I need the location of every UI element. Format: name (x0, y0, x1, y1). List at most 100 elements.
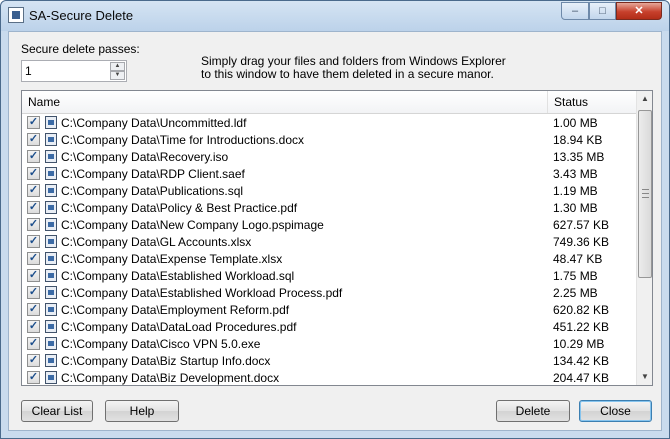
file-path: C:\Company Data\Cisco VPN 5.0.exe (61, 337, 261, 351)
checkbox[interactable]: ✓ (27, 167, 40, 180)
list-item[interactable]: ✓ C:\Company Data\Established Workload.sq… (22, 267, 636, 284)
spin-down-icon[interactable]: ▼ (110, 71, 125, 80)
checkbox[interactable]: ✓ (27, 218, 40, 231)
file-size: 1.19 MB (553, 184, 598, 198)
file-icon (45, 116, 57, 129)
file-icon (45, 201, 57, 214)
list-header: Name Status (22, 91, 636, 114)
checkbox[interactable]: ✓ (27, 371, 40, 384)
passes-value[interactable]: 1 (25, 64, 32, 78)
file-size: 1.00 MB (553, 116, 598, 130)
file-icon (45, 371, 57, 384)
app-icon (8, 7, 24, 23)
file-icon (45, 303, 57, 316)
window-title: SA-Secure Delete (29, 8, 134, 23)
file-path: C:\Company Data\RDP Client.saef (61, 167, 245, 181)
file-path: C:\Company Data\Uncommitted.ldf (61, 116, 247, 130)
file-size: 204.47 KB (553, 371, 610, 385)
file-path: C:\Company Data\Expense Template.xlsx (61, 252, 283, 266)
list-item[interactable]: ✓ C:\Company Data\DataLoad Procedures.pdf… (22, 318, 636, 335)
vertical-scrollbar[interactable]: ▲ ▼ (636, 91, 652, 385)
file-list[interactable]: Name Status ✓ C:\Company Data\Uncommitted… (21, 90, 653, 386)
client-area: Secure delete passes: 1 ▲ ▼ Simply drag … (8, 31, 662, 431)
file-icon (45, 150, 57, 163)
list-item[interactable]: ✓ C:\Company Data\Biz Development.docx 204… (22, 369, 636, 385)
list-item[interactable]: ✓ C:\Company Data\Uncommitted.ldf 1.00 MB (22, 114, 636, 131)
checkbox[interactable]: ✓ (27, 337, 40, 350)
file-size: 3.43 MB (553, 167, 598, 181)
file-path: C:\Company Data\New Company Logo.pspimag… (61, 218, 324, 232)
file-icon (45, 184, 57, 197)
scroll-up-icon[interactable]: ▲ (637, 91, 652, 107)
file-path: C:\Company Data\Recovery.iso (61, 150, 229, 164)
file-icon (45, 133, 57, 146)
spin-up-icon[interactable]: ▲ (110, 62, 125, 71)
checkbox[interactable]: ✓ (27, 252, 40, 265)
file-path: C:\Company Data\GL Accounts.xlsx (61, 235, 252, 249)
window-close-button[interactable]: ✕ (616, 2, 662, 20)
file-icon (45, 337, 57, 350)
checkbox[interactable]: ✓ (27, 320, 40, 333)
minimize-button[interactable]: – (561, 2, 589, 20)
delete-button[interactable]: Delete (496, 400, 570, 422)
list-rows: ✓ C:\Company Data\Uncommitted.ldf 1.00 MB … (22, 114, 636, 385)
file-icon (45, 167, 57, 180)
column-header-status[interactable]: Status (554, 95, 588, 109)
checkbox[interactable]: ✓ (27, 116, 40, 129)
checkbox[interactable]: ✓ (27, 286, 40, 299)
checkbox[interactable]: ✓ (27, 354, 40, 367)
list-item[interactable]: ✓ C:\Company Data\Biz Startup Info.docx 13… (22, 352, 636, 369)
list-item[interactable]: ✓ C:\Company Data\GL Accounts.xlsx 749.36 … (22, 233, 636, 250)
maximize-button[interactable]: □ (589, 2, 616, 20)
checkbox[interactable]: ✓ (27, 184, 40, 197)
checkbox[interactable]: ✓ (27, 133, 40, 146)
passes-stepper[interactable]: 1 ▲ ▼ (21, 60, 127, 82)
checkbox[interactable]: ✓ (27, 150, 40, 163)
file-size: 451.22 KB (553, 320, 610, 334)
file-path: C:\Company Data\Established Workload Pro… (61, 286, 343, 300)
scroll-down-icon[interactable]: ▼ (637, 369, 652, 385)
list-item[interactable]: ✓ C:\Company Data\Policy & Best Practice.… (22, 199, 636, 216)
file-size: 18.94 KB (553, 133, 603, 147)
title-bar[interactable]: SA-Secure Delete – □ ✕ (1, 1, 669, 31)
close-button[interactable]: Close (579, 400, 652, 422)
file-size: 627.57 KB (553, 218, 610, 232)
help-button[interactable]: Help (105, 400, 179, 422)
column-divider[interactable] (547, 91, 548, 113)
file-size: 48.47 KB (553, 252, 603, 266)
file-path: C:\Company Data\Biz Startup Info.docx (61, 354, 271, 368)
list-item[interactable]: ✓ C:\Company Data\Recovery.iso 13.35 MB (22, 148, 636, 165)
checkbox[interactable]: ✓ (27, 269, 40, 282)
file-size: 2.25 MB (553, 286, 598, 300)
column-header-name[interactable]: Name (28, 95, 60, 109)
app-window: SA-Secure Delete – □ ✕ Secure delete pas… (0, 0, 670, 439)
file-icon (45, 218, 57, 231)
list-item[interactable]: ✓ C:\Company Data\Time for Introductions.… (22, 131, 636, 148)
list-item[interactable]: ✓ C:\Company Data\Established Workload Pr… (22, 284, 636, 301)
file-icon (45, 269, 57, 282)
list-item[interactable]: ✓ C:\Company Data\RDP Client.saef 3.43 MB (22, 165, 636, 182)
instructions-line: to this window to have them deleted in a… (201, 67, 494, 81)
list-item[interactable]: ✓ C:\Company Data\Expense Template.xlsx 48… (22, 250, 636, 267)
file-size: 10.29 MB (553, 337, 605, 351)
file-path: C:\Company Data\DataLoad Procedures.pdf (61, 320, 297, 334)
file-path: C:\Company Data\Policy & Best Practice.p… (61, 201, 298, 215)
file-path: C:\Company Data\Established Workload.sql (61, 269, 295, 283)
clear-list-button[interactable]: Clear List (21, 400, 93, 422)
scroll-thumb[interactable] (638, 110, 652, 278)
file-icon (45, 320, 57, 333)
file-size: 620.82 KB (553, 303, 610, 317)
file-size: 749.36 KB (553, 235, 610, 249)
file-size: 134.42 KB (553, 354, 610, 368)
file-icon (45, 286, 57, 299)
file-size: 1.75 MB (553, 269, 598, 283)
list-item[interactable]: ✓ C:\Company Data\Publications.sql 1.19 MB (22, 182, 636, 199)
checkbox[interactable]: ✓ (27, 303, 40, 316)
checkbox[interactable]: ✓ (27, 201, 40, 214)
checkbox[interactable]: ✓ (27, 235, 40, 248)
passes-label: Secure delete passes: (21, 42, 140, 56)
list-item[interactable]: ✓ C:\Company Data\Employment Reform.pdf 62… (22, 301, 636, 318)
file-path: C:\Company Data\Publications.sql (61, 184, 244, 198)
list-item[interactable]: ✓ C:\Company Data\Cisco VPN 5.0.exe 10.29 … (22, 335, 636, 352)
list-item[interactable]: ✓ C:\Company Data\New Company Logo.pspima… (22, 216, 636, 233)
